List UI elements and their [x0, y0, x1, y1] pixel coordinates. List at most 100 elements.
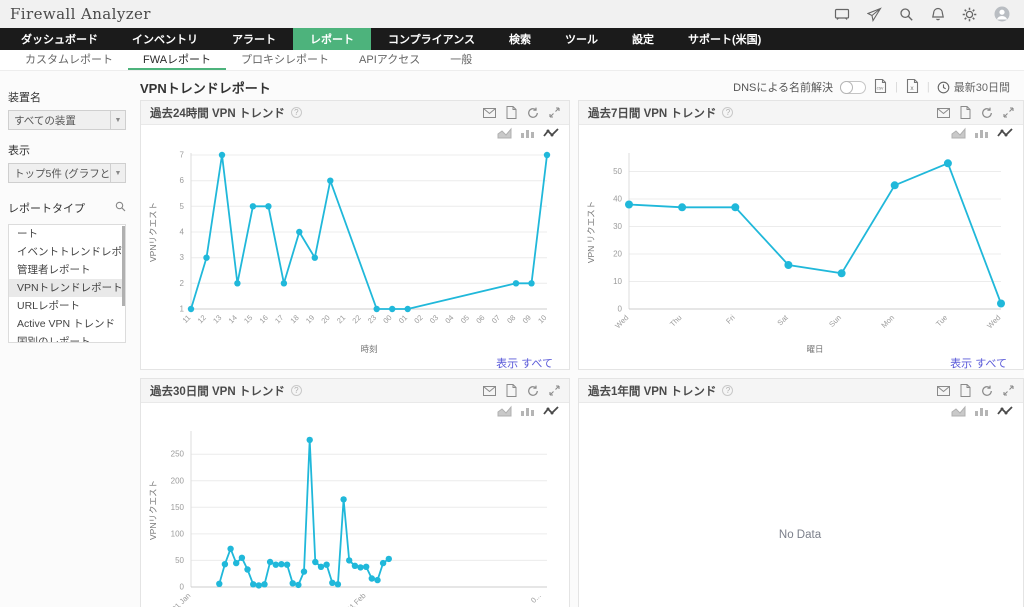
- nav-item-search[interactable]: 検索: [492, 28, 548, 50]
- dns-resolve-toggle[interactable]: [840, 80, 867, 94]
- pdf-icon[interactable]: [506, 106, 517, 119]
- refresh-icon[interactable]: [981, 107, 993, 119]
- subnav-item-fwa-report[interactable]: FWAレポート: [128, 50, 227, 70]
- list-scrollbar[interactable]: [122, 226, 125, 306]
- panel-title: 過去7日間 VPN トレンド: [588, 107, 717, 120]
- subnav-item-custom-report[interactable]: カスタムレポート: [10, 50, 128, 70]
- svg-text:Wed: Wed: [613, 313, 630, 330]
- svg-text:Mon: Mon: [879, 313, 896, 330]
- report-search-icon[interactable]: [115, 199, 126, 217]
- nav-item-settings[interactable]: 設定: [615, 28, 671, 50]
- display-icon[interactable]: [834, 7, 850, 22]
- expand-icon[interactable]: [549, 107, 560, 118]
- svg-text:200: 200: [171, 476, 185, 485]
- show-all-link[interactable]: 表示 すべて: [585, 355, 1015, 375]
- help-icon[interactable]: ?: [722, 385, 734, 396]
- svg-text:22: 22: [350, 313, 362, 325]
- refresh-icon[interactable]: [981, 385, 993, 397]
- refresh-icon[interactable]: [527, 107, 539, 119]
- subnav-item-proxy-report[interactable]: プロキシレポート: [226, 50, 344, 70]
- area-chart-icon[interactable]: [951, 127, 966, 145]
- help-icon[interactable]: ?: [290, 107, 302, 118]
- display-select[interactable]: トップ5件 (グラフとテ... ▼: [8, 163, 126, 183]
- pdf-icon[interactable]: [960, 384, 971, 397]
- chart-30d-vpn-trend: 0 50 100 150 200 250 01 Jan 01 Feb 0... VPNリクエスト: [148, 431, 547, 607]
- pdf-icon[interactable]: [960, 106, 971, 119]
- svg-text:11: 11: [181, 313, 193, 325]
- dns-resolve-label: DNSによる名前解決: [733, 82, 834, 94]
- gear-icon[interactable]: [962, 7, 977, 22]
- nav-item-reports[interactable]: レポート: [293, 28, 371, 50]
- area-chart-icon[interactable]: [951, 405, 966, 423]
- email-icon[interactable]: [483, 107, 496, 118]
- svg-text:Sun: Sun: [827, 313, 843, 329]
- line-chart-icon[interactable]: [543, 127, 559, 145]
- expand-icon[interactable]: [1003, 385, 1014, 396]
- expand-icon[interactable]: [549, 385, 560, 396]
- report-type-partial[interactable]: ート: [9, 225, 125, 243]
- svg-text:01 Jan: 01 Jan: [170, 591, 192, 607]
- svg-text:19: 19: [304, 313, 316, 325]
- line-chart-icon[interactable]: [997, 405, 1013, 423]
- chart-24h-vpn-trend: 123456711 12 13 14 15 16 17 18 19 20 21 22 23 00 01 02 0…: [148, 151, 551, 354]
- nav-item-alerts[interactable]: アラート: [215, 28, 293, 50]
- line-chart-icon[interactable]: [997, 127, 1013, 145]
- svg-text:VPNリクエスト: VPNリクエスト: [148, 480, 158, 540]
- period-selector[interactable]: 最新30日間: [937, 79, 1010, 95]
- refresh-icon[interactable]: [527, 385, 539, 397]
- report-type-admin[interactable]: 管理者レポート: [9, 261, 125, 279]
- main-content: VPNトレンドレポート DNSによる名前解決 csv | x | 最新30日間 …: [132, 71, 1024, 607]
- svg-text:6: 6: [180, 176, 185, 185]
- email-icon[interactable]: [937, 385, 950, 396]
- svg-text:Fri: Fri: [724, 313, 737, 326]
- export-xls-icon[interactable]: x: [905, 78, 920, 97]
- show-all-link[interactable]: 表示 すべて: [147, 355, 561, 375]
- report-type-vpn-trend[interactable]: VPNトレンドレポート: [9, 279, 125, 297]
- nav-item-tools[interactable]: ツール: [548, 28, 615, 50]
- nav-item-dashboard[interactable]: ダッシュボード: [4, 28, 115, 50]
- nav-item-support[interactable]: サポート(米国): [671, 28, 778, 50]
- device-name-label: 装置名: [8, 92, 41, 104]
- bar-chart-icon[interactable]: [974, 405, 989, 423]
- svg-text:08: 08: [505, 313, 517, 325]
- bell-icon[interactable]: [931, 7, 945, 22]
- no-data-message: No Data: [778, 529, 822, 541]
- report-type-country[interactable]: 国別のレポート: [9, 333, 125, 342]
- expand-icon[interactable]: [1003, 107, 1014, 118]
- report-type-url[interactable]: URLレポート: [9, 297, 125, 315]
- svg-text:Thu: Thu: [668, 313, 684, 329]
- search-icon[interactable]: [899, 7, 914, 22]
- help-icon[interactable]: ?: [722, 107, 734, 118]
- email-icon[interactable]: [483, 385, 496, 396]
- report-type-event-trend[interactable]: イベントトレンドレポート: [9, 243, 125, 261]
- user-avatar-icon[interactable]: [994, 6, 1010, 22]
- report-type-label: レポートタイプ: [8, 203, 85, 215]
- device-select-value: すべての装置: [14, 114, 76, 127]
- help-icon[interactable]: ?: [290, 385, 302, 396]
- bar-chart-icon[interactable]: [520, 127, 535, 145]
- panel-7d-vpn-trend: 過去7日間 VPN トレンド? 0 10 20 30 40 50 Wed Thu Fri S: [578, 100, 1024, 370]
- svg-text:250: 250: [171, 450, 185, 459]
- panel-24h-vpn-trend: 過去24時間 VPN トレンド? 1 2 3 4 5 6 7 11 12 13 14 15 16 1: [140, 100, 570, 370]
- svg-text:23: 23: [366, 313, 378, 325]
- nav-item-compliance[interactable]: コンプライアンス: [371, 28, 492, 50]
- bar-chart-icon[interactable]: [974, 127, 989, 145]
- svg-text:01 Feb: 01 Feb: [345, 591, 368, 607]
- svg-text:17: 17: [273, 313, 285, 325]
- email-icon[interactable]: [937, 107, 950, 118]
- chevron-down-icon: ▼: [110, 164, 125, 182]
- rocket-icon[interactable]: [867, 6, 882, 22]
- subnav-item-general[interactable]: 一般: [435, 50, 487, 70]
- report-type-active-vpn[interactable]: Active VPN トレンド: [9, 315, 125, 333]
- pdf-icon[interactable]: [506, 384, 517, 397]
- subnav-item-api-access[interactable]: APIアクセス: [344, 50, 435, 70]
- svg-text:Wed: Wed: [985, 313, 1002, 330]
- line-chart-icon[interactable]: [543, 405, 559, 423]
- export-csv-icon[interactable]: csv: [873, 78, 888, 97]
- bar-chart-icon[interactable]: [520, 405, 535, 423]
- area-chart-icon[interactable]: [497, 405, 512, 423]
- nav-item-inventory[interactable]: インベントリ: [115, 28, 215, 50]
- device-select[interactable]: すべての装置 ▼: [8, 110, 126, 130]
- svg-text:Tue: Tue: [934, 313, 949, 328]
- area-chart-icon[interactable]: [497, 127, 512, 145]
